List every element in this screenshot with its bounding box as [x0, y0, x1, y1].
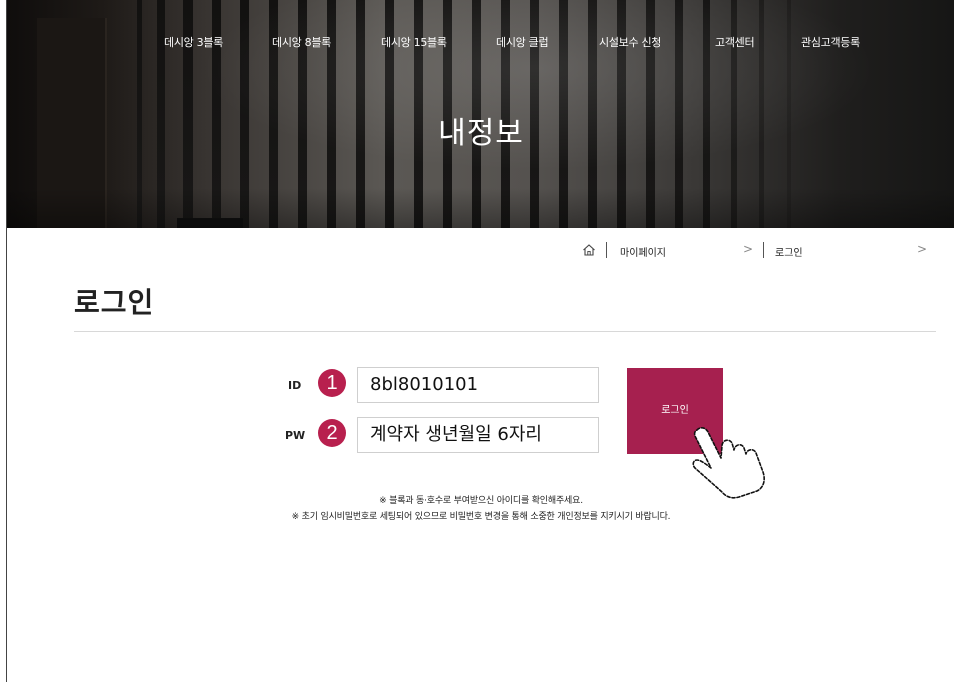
nav-item-interest-register[interactable]: 관심고객등록 — [801, 34, 860, 50]
nav-item-facility-repair[interactable]: 시설보수 신청 — [599, 34, 661, 50]
pointing-hand-icon — [692, 427, 765, 499]
home-icon[interactable] — [582, 243, 596, 257]
breadcrumb-divider — [763, 242, 764, 258]
breadcrumb-divider — [606, 242, 607, 258]
id-notice: ※ 블록과 동·호수로 부여받으신 아이디를 확인해주세요. — [379, 496, 583, 506]
password-input[interactable]: 계약자 생년월일 6자리 — [357, 417, 599, 453]
step-2-badge: 2 — [318, 419, 346, 447]
pw-label: PW — [285, 429, 306, 442]
page-frame: 데시앙 3블록 데시앙 8블록 데시앙 15블록 데시앙 클럽 시설보수 신청 … — [6, 0, 954, 682]
breadcrumb-mypage[interactable]: 마이페이지 — [620, 244, 666, 260]
chevron-right-icon[interactable]: > — [917, 242, 927, 256]
breadcrumb-login[interactable]: 로그인 — [775, 244, 803, 260]
nav-item-8block[interactable]: 데시앙 8블록 — [272, 34, 331, 50]
step-1-badge: 1 — [318, 369, 346, 397]
nav-item-club[interactable]: 데시앙 클럽 — [496, 34, 549, 50]
id-label: ID — [288, 379, 302, 392]
title-divider — [74, 331, 936, 332]
chevron-right-icon[interactable]: > — [743, 242, 753, 256]
page-title: 로그인 — [74, 286, 155, 319]
hero-banner: 데시앙 3블록 데시앙 8블록 데시앙 15블록 데시앙 클럽 시설보수 신청 … — [7, 0, 954, 228]
id-input[interactable]: 8bl8010101 — [357, 367, 599, 403]
nav-item-15block[interactable]: 데시앙 15블록 — [381, 34, 447, 50]
nav-item-customer-center[interactable]: 고객센터 — [715, 34, 755, 50]
top-nav: 데시앙 3블록 데시앙 8블록 데시앙 15블록 데시앙 클럽 시설보수 신청 … — [7, 34, 954, 54]
password-notice: ※ 초기 임시비밀번호로 세팅되어 있으므로 비밀번호 변경을 통해 소중한 개… — [291, 512, 671, 522]
hero-title: 내정보 — [438, 116, 524, 151]
nav-item-3block[interactable]: 데시앙 3블록 — [164, 34, 223, 50]
